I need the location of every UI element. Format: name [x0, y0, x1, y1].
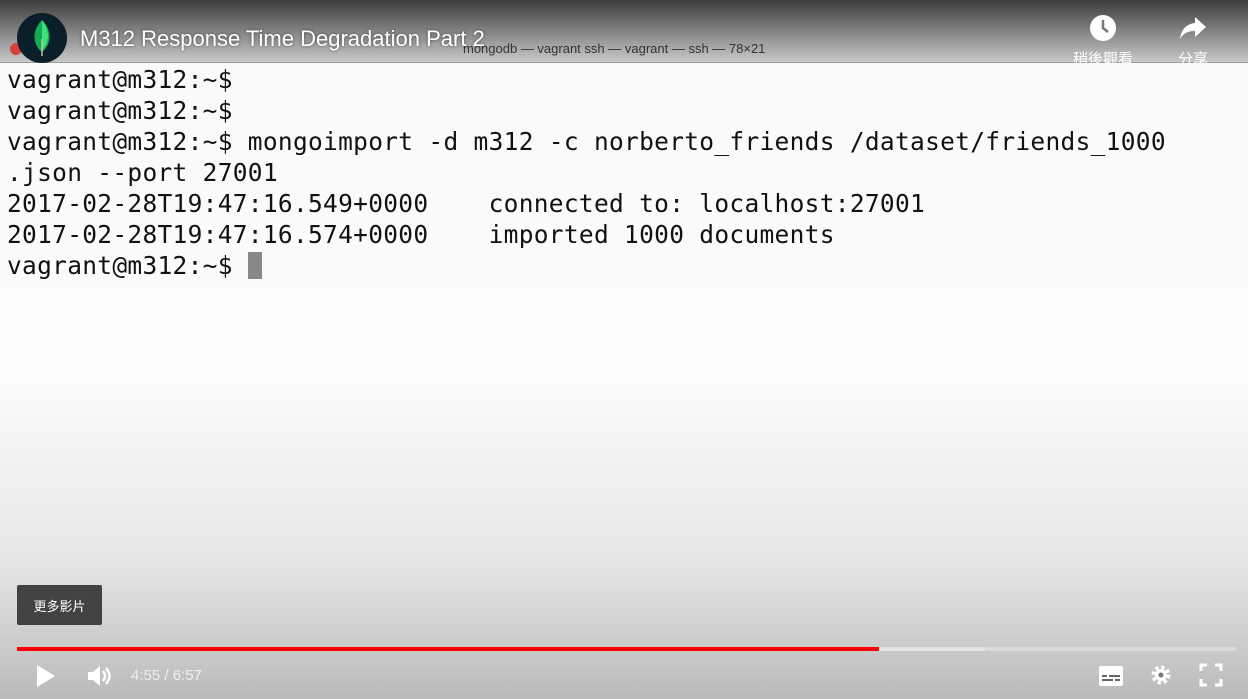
share-button[interactable]: 分享: [1158, 14, 1228, 69]
subtitles-icon[interactable]: [1098, 665, 1124, 687]
player-controls: 4:55 / 6:57: [0, 655, 1248, 699]
terminal-line: vagrant@m312:~$: [7, 96, 233, 125]
terminal-line: vagrant@m312:~$: [7, 251, 248, 280]
terminal-cursor: [247, 252, 262, 279]
terminal-line: .json --port 27001: [7, 158, 278, 187]
terminal-line: vagrant@m312:~$: [7, 65, 233, 94]
time-display: 4:55 / 6:57: [131, 667, 202, 684]
video-frame[interactable]: mongodb — vagrant ssh — vagrant — ssh — …: [0, 0, 1248, 699]
share-label: 分享: [1177, 51, 1208, 68]
progress-bar[interactable]: [17, 647, 1236, 651]
video-title[interactable]: M312 Response Time Degradation Part 2: [80, 26, 485, 52]
channel-logo[interactable]: [17, 13, 67, 63]
fullscreen-icon[interactable]: [1199, 663, 1223, 687]
terminal-line: 2017-02-28T19:47:16.549+0000 connected t…: [7, 189, 926, 218]
leaf-icon: [34, 20, 50, 56]
terminal-output: vagrant@m312:~$ vagrant@m312:~$ vagrant@m3…: [7, 64, 1166, 281]
share-arrow-icon: [1180, 17, 1206, 39]
watch-later-label: 稍後觀看: [1072, 51, 1133, 68]
more-videos-button[interactable]: 更多影片: [17, 585, 102, 625]
terminal-line: 2017-02-28T19:47:16.574+0000 imported 10…: [7, 220, 835, 249]
terminal-window-title: mongodb — vagrant ssh — vagrant — ssh — …: [463, 41, 766, 56]
played-bar: [17, 647, 879, 651]
settings-gear-icon[interactable]: [1149, 663, 1173, 687]
play-icon[interactable]: [35, 663, 57, 689]
clock-icon: [1090, 15, 1116, 41]
terminal-line: vagrant@m312:~$ mongoimport -d m312 -c n…: [7, 127, 1166, 156]
watch-later-button[interactable]: 稍後觀看: [1068, 14, 1138, 69]
volume-icon[interactable]: [86, 663, 114, 689]
